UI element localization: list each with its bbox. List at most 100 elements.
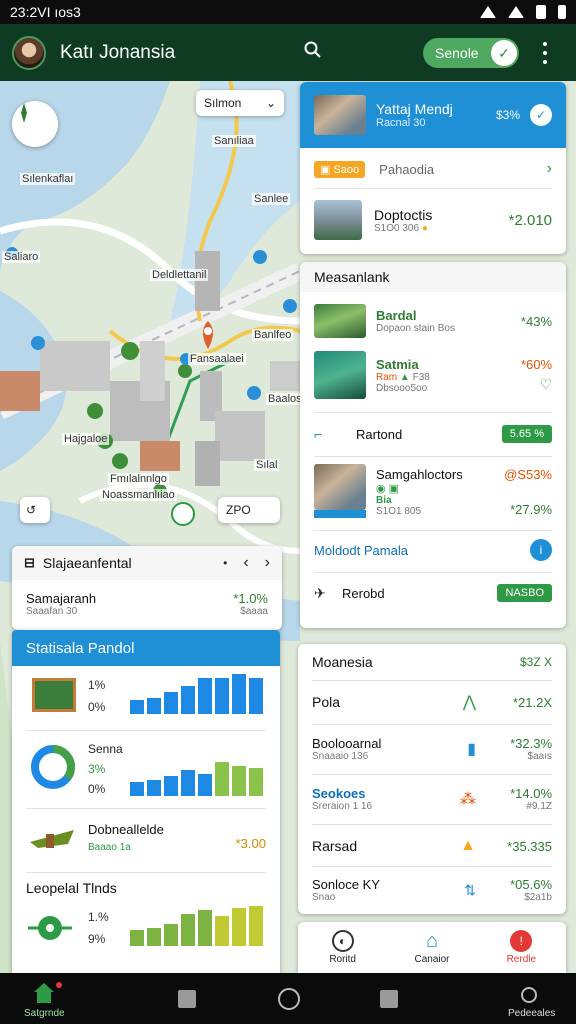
stats-block-4-pct1: 1.% — [88, 910, 109, 924]
metrics-row-name: Rarsad — [312, 838, 358, 854]
signal-icon — [480, 6, 496, 18]
metrics-row-value2: #9.1Z — [526, 801, 552, 812]
heart-icon[interactable]: ♡ — [521, 376, 552, 393]
stats-block-4-title: Leopelal Tlnds — [26, 880, 117, 896]
stats-block-3[interactable]: Dobneallelde Baaao 1a *3.00 — [12, 812, 280, 868]
list-item[interactable]: ✈ Rerobd NASBO — [300, 576, 566, 610]
metrics-row[interactable]: Sonloce KY Snao ⇅ *05.6% $2a1b — [298, 868, 566, 912]
trend-icon: ⋀ — [462, 694, 476, 711]
bar-icon: ▮ — [467, 741, 476, 758]
compass-button[interactable] — [12, 101, 58, 147]
plane-icon: ✈ — [314, 584, 326, 601]
featured-row-2-thumbnail — [314, 200, 362, 240]
home-button[interactable] — [278, 988, 300, 1010]
metrics-row[interactable]: Boolooarnal Snaaaio 136 ▮ *32.3% $aaıs — [298, 726, 566, 772]
action-button-1[interactable]: ◐ Roritd — [298, 922, 387, 973]
bell-icon[interactable]: ▲ — [460, 837, 476, 855]
map-label: Baalos — [266, 393, 304, 405]
list-item[interactable]: Samgahloctors ◉ ▣ Bia S1O1 805 @S53% *27… — [300, 460, 566, 524]
map-chip-bottom[interactable]: ZPO — [218, 497, 280, 523]
nav-left-label: Satgrnde — [24, 1008, 65, 1019]
stats-card: Statisala Pandol 1% 0% Senna 3% 0% Dobne… — [12, 630, 280, 973]
map-label: Banlfeo — [252, 329, 294, 341]
home-icon[interactable] — [34, 983, 54, 1003]
check-icon[interactable]: ✓ — [530, 104, 552, 126]
list-item-name: Bardal — [376, 308, 417, 323]
list-item-value: *60% — [520, 357, 552, 372]
avatar[interactable] — [12, 35, 46, 70]
featured-header[interactable]: Yattaj Mendj Racnal 30 $3% ✓ — [300, 82, 566, 148]
tag-icon: ▣ — [320, 163, 331, 176]
featured-row-2-title: Doptoctis — [374, 206, 433, 223]
back-button[interactable] — [380, 990, 398, 1008]
list-item-value: @S53% — [504, 467, 552, 482]
map-label: Fansaalaei — [188, 353, 246, 365]
search-icon[interactable] — [304, 41, 322, 59]
featured-row-2[interactable]: Doptoctis S1O0 306 ● *2.010 — [300, 190, 566, 250]
next-button[interactable]: › — [265, 554, 270, 572]
info-icon[interactable]: i — [530, 539, 552, 561]
chevron-right-icon[interactable]: › — [547, 160, 552, 178]
list-item-thumbnail — [314, 304, 366, 338]
metrics-row-value2: $2a1b — [524, 892, 552, 903]
list-item-name: Moldodt Pamala — [314, 542, 408, 558]
location-icon: ⊟ — [24, 555, 35, 570]
more-icon[interactable] — [543, 42, 549, 64]
stats-block-2[interactable]: Senna 3% 0% — [12, 734, 280, 804]
mode-toggle[interactable]: Senole ✓ — [423, 38, 519, 68]
featured-row-1[interactable]: ▣ Saoo Pahaodia › — [300, 152, 566, 186]
sim-icon — [558, 5, 566, 19]
featured-row-1-label: Pahaodia — [379, 161, 435, 177]
coin-icon: ● — [421, 222, 428, 234]
stats-block-2-pct2: 0% — [88, 782, 106, 796]
metrics-row-sub: Sreraion 1 16 — [312, 801, 373, 812]
recents-button[interactable] — [178, 990, 196, 1008]
sort-icon[interactable]: ⇅ — [464, 882, 476, 899]
list-item[interactable]: Bardal Dopaon stain Bos *43% — [300, 298, 566, 344]
list-item-pill[interactable]: NASBO — [497, 584, 552, 602]
donut-chart-icon — [31, 745, 75, 789]
target-icon — [28, 916, 72, 940]
stats-block-1[interactable]: 1% 0% — [12, 670, 280, 728]
location-row-name: Samajaranh — [26, 591, 97, 606]
metrics-row[interactable]: Pola ⋀ *21.2X — [298, 682, 566, 722]
list-card: Measanlank Bardal Dopaon stain Bos *43% … — [300, 262, 566, 628]
compass-icon — [21, 103, 27, 123]
map-label: Fmılalnnlgo — [108, 473, 169, 485]
globe-icon: ◐ — [331, 930, 354, 952]
metrics-row[interactable]: Seokoes Sreraion 1 16 ⁂ *14.0% #9.1Z — [298, 776, 566, 822]
action-button-2[interactable]: ⌂ Canaior — [387, 922, 476, 973]
toggle-knob-icon: ✓ — [491, 40, 517, 66]
leaf-icon: ▲ — [399, 371, 410, 383]
metrics-row-value: *35.335 — [507, 838, 552, 854]
metrics-row-value: *14.0% — [510, 786, 552, 801]
app-title: Katı Jonansia — [60, 41, 176, 63]
metrics-row-sub: Snao — [312, 892, 336, 903]
metrics-row[interactable]: Rarsad ▲ *35.335 — [298, 826, 566, 866]
metrics-row-value2: $aaıs — [527, 751, 552, 762]
map-chip-top[interactable]: Sılmon ⌄ — [196, 90, 284, 116]
list-item[interactable]: Moldodt Pamala i — [300, 534, 566, 566]
metrics-card: Moanesia $3Z X Pola ⋀ *21.2X Boolooarnal… — [298, 644, 566, 914]
stats-bars-1 — [130, 674, 263, 714]
metrics-row-name: Boolooarnal — [312, 736, 382, 751]
info-icon: ◉ ▣ — [376, 483, 400, 495]
chevron-down-icon: ⌄ — [265, 96, 276, 110]
action-strip: ◐ Roritd ⌂ Canaior ! Rerdle — [298, 922, 566, 973]
list-item-thumbnail — [314, 464, 366, 520]
location-card: ⊟ Slajaeanfental • ‹ › Samajaranh Saaafa… — [12, 546, 282, 630]
bottom-nav: Satgrnde Pedeeales — [0, 973, 576, 1024]
list-item-sub1: Ram ▲ F38 — [376, 371, 430, 383]
prev-button[interactable]: ‹ — [243, 554, 248, 572]
list-card-title: Measanlank — [314, 269, 390, 285]
stats-block-4[interactable]: Leopelal Tlnds 1.% 9% — [12, 876, 280, 973]
map-chip-near[interactable]: ↺ — [20, 497, 50, 523]
metrics-header-value: $3Z X — [519, 655, 552, 669]
featured-thumbnail — [314, 95, 366, 135]
profile-icon[interactable] — [521, 987, 537, 1003]
list-item[interactable]: Satmia Ram ▲ F38 Dbsooo5oo *60% ♡ — [300, 348, 566, 402]
list-item[interactable]: ⌐ Rartond 5.65 % — [300, 418, 566, 450]
list-item-pill[interactable]: 5.65 % — [501, 425, 552, 443]
share-icon[interactable]: ⁂ — [460, 789, 476, 809]
action-button-3[interactable]: ! Rerdle — [477, 922, 566, 973]
